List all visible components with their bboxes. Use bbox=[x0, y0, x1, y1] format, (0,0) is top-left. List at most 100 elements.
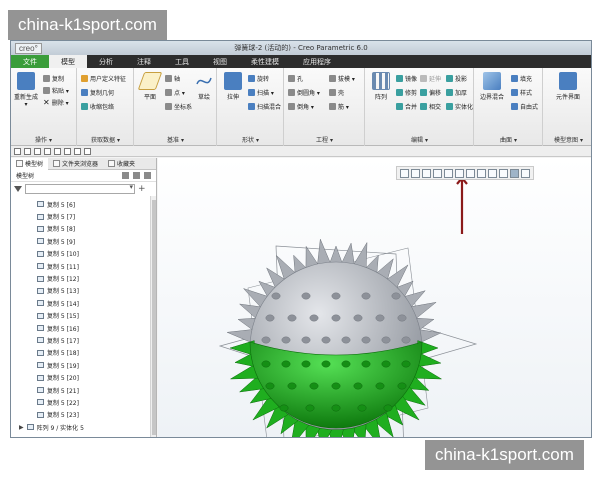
tree-item[interactable]: 复制 5 [9] bbox=[11, 235, 156, 247]
tree-settings-icon[interactable] bbox=[122, 172, 129, 179]
freestyle-button[interactable]: 自由式 bbox=[511, 102, 538, 111]
group-shapes-caption[interactable]: 形状 ▾ bbox=[218, 135, 283, 144]
tree-scrollbar-thumb[interactable] bbox=[152, 200, 156, 435]
new-icon[interactable] bbox=[14, 147, 21, 155]
tree-item[interactable]: 复制 5 [17] bbox=[11, 334, 156, 346]
tree-columns-icon[interactable] bbox=[133, 172, 140, 179]
pattern-button[interactable]: 阵列 bbox=[368, 72, 394, 101]
section-icon[interactable] bbox=[521, 169, 530, 178]
tree-item[interactable]: 复制 5 [22] bbox=[11, 396, 156, 408]
tab-file[interactable]: 文件 bbox=[11, 55, 49, 68]
display-style-icon[interactable] bbox=[455, 169, 464, 178]
group-surfaces-caption[interactable]: 曲面 ▾ bbox=[475, 135, 542, 144]
group-get-data-caption[interactable]: 获取数据 ▾ bbox=[78, 135, 133, 144]
close-window-icon[interactable] bbox=[74, 147, 81, 155]
saved-orientations-icon[interactable] bbox=[444, 169, 453, 178]
boundary-blend-button[interactable]: 边界混合 bbox=[477, 72, 507, 101]
shrinkwrap-button[interactable]: 收缩包络 bbox=[81, 102, 114, 111]
project-button[interactable]: 投影 bbox=[446, 74, 467, 83]
plane-button[interactable]: 平面 bbox=[137, 72, 163, 101]
revolve-button[interactable]: 旋转 bbox=[248, 74, 269, 83]
annotation-display-icon[interactable] bbox=[499, 169, 508, 178]
add-icon[interactable]: + bbox=[138, 184, 146, 194]
tree-item[interactable]: 复制 5 [11] bbox=[11, 260, 156, 272]
copy-geometry-button[interactable]: 复制几何 bbox=[81, 88, 114, 97]
tab-tools[interactable]: 工具 bbox=[163, 55, 201, 68]
group-operations-caption[interactable]: 操作 ▾ bbox=[11, 135, 76, 144]
extrude-button[interactable]: 拉伸 bbox=[220, 72, 246, 101]
tree-item[interactable]: 复制 5 [12] bbox=[11, 272, 156, 284]
tree-item[interactable]: 复制 5 [6] bbox=[11, 198, 156, 210]
refit-icon[interactable] bbox=[400, 169, 409, 178]
solidify-button[interactable]: 实体化 bbox=[446, 102, 473, 111]
datum-display-icon[interactable] bbox=[488, 169, 497, 178]
udf-button[interactable]: 用户定义特征 bbox=[81, 74, 126, 83]
group-engineering-caption[interactable]: 工程 ▾ bbox=[285, 135, 364, 144]
filter-icon[interactable] bbox=[14, 186, 22, 192]
mirror-button[interactable]: 镜像 bbox=[396, 74, 417, 83]
tree-item[interactable]: 复制 5 [18] bbox=[11, 347, 156, 359]
sweep-button[interactable]: 扫描 ▾ bbox=[248, 88, 274, 97]
graphics-area[interactable] bbox=[158, 158, 592, 438]
windows-icon[interactable] bbox=[64, 147, 71, 155]
offset-button[interactable]: 偏移 bbox=[420, 88, 441, 97]
tree-item[interactable]: 复制 5 [10] bbox=[11, 248, 156, 260]
tab-model-tree[interactable]: 模型树 bbox=[11, 157, 49, 170]
view-manager-icon[interactable] bbox=[466, 169, 475, 178]
delete-button[interactable]: ✕ 删除 ▾ bbox=[43, 98, 69, 107]
tree-item-pattern[interactable]: ▶ 阵列 9 / 实体化 5 bbox=[11, 421, 156, 433]
model-viewport[interactable] bbox=[158, 158, 592, 438]
tree-item[interactable]: 复制 5 [15] bbox=[11, 310, 156, 322]
tab-folder-browser[interactable]: 文件夹浏览器 bbox=[48, 159, 103, 168]
group-datum-caption[interactable]: 基准 ▾ bbox=[135, 135, 216, 144]
tab-flexible-modeling[interactable]: 柔性建模 bbox=[239, 55, 291, 68]
tree-item[interactable]: 复制 5 [16] bbox=[11, 322, 156, 334]
tab-model[interactable]: 模型 bbox=[49, 55, 87, 68]
tree-scrollbar[interactable] bbox=[150, 196, 156, 437]
group-model-intent-caption[interactable]: 模型意图 ▾ bbox=[544, 135, 591, 144]
tree-item[interactable]: 复制 5 [13] bbox=[11, 285, 156, 297]
zoom-out-icon[interactable] bbox=[422, 169, 431, 178]
perspective-icon[interactable] bbox=[477, 169, 486, 178]
expand-arrow-icon[interactable]: ▶ bbox=[19, 424, 24, 431]
tree-item[interactable]: 复制 5 [8] bbox=[11, 223, 156, 235]
tree-item[interactable]: 复制 5 [19] bbox=[11, 359, 156, 371]
regenerate-button[interactable]: 重新生成 ▾ bbox=[13, 72, 39, 108]
save-icon[interactable] bbox=[24, 147, 31, 155]
intersect-button[interactable]: 相交 bbox=[420, 102, 441, 111]
tab-applications[interactable]: 应用程序 bbox=[291, 55, 343, 68]
axis-button[interactable]: 轴 bbox=[165, 74, 180, 83]
tab-view[interactable]: 视图 bbox=[201, 55, 239, 68]
customize-icon[interactable] bbox=[84, 147, 91, 155]
tab-favorites[interactable]: 收藏夹 bbox=[103, 159, 140, 168]
copy-button[interactable]: 复制 bbox=[43, 74, 64, 83]
style-button[interactable]: 样式 bbox=[511, 88, 532, 97]
tree-search-input[interactable] bbox=[25, 183, 135, 194]
tab-annotate[interactable]: 注释 bbox=[125, 55, 163, 68]
regenerate-small-icon[interactable] bbox=[54, 147, 61, 155]
spin-center-icon[interactable] bbox=[510, 169, 519, 178]
repaint-icon[interactable] bbox=[433, 169, 442, 178]
fill-button[interactable]: 填充 bbox=[511, 74, 532, 83]
tree-item[interactable]: 复制 5 [21] bbox=[11, 384, 156, 396]
extend-button[interactable]: 延伸 bbox=[420, 74, 441, 83]
sketch-button[interactable]: 草绘 bbox=[191, 72, 217, 101]
point-button[interactable]: 点 ▾ bbox=[165, 88, 185, 97]
shell-button[interactable]: 壳 bbox=[329, 88, 344, 97]
undo-icon[interactable] bbox=[34, 147, 41, 155]
zoom-in-icon[interactable] bbox=[411, 169, 420, 178]
paste-button[interactable]: 粘贴 ▾ bbox=[43, 86, 69, 95]
tree-show-icon[interactable] bbox=[144, 172, 151, 179]
chamfer-button[interactable]: 倒角 ▾ bbox=[288, 102, 314, 111]
redo-icon[interactable] bbox=[44, 147, 51, 155]
rib-button[interactable]: 筋 ▾ bbox=[329, 102, 349, 111]
trim-button[interactable]: 修剪 bbox=[396, 88, 417, 97]
merge-button[interactable]: 合并 bbox=[396, 102, 417, 111]
tree-item[interactable]: 复制 5 [23] bbox=[11, 409, 156, 421]
component-interface-button[interactable]: 元件界面 bbox=[552, 72, 584, 101]
tree-item[interactable]: 复制 5 [20] bbox=[11, 371, 156, 383]
tree-item[interactable]: 复制 5 [14] bbox=[11, 297, 156, 309]
csys-button[interactable]: 坐标系 bbox=[165, 102, 192, 111]
draft-button[interactable]: 拔模 ▾ bbox=[329, 74, 355, 83]
tab-analysis[interactable]: 分析 bbox=[87, 55, 125, 68]
